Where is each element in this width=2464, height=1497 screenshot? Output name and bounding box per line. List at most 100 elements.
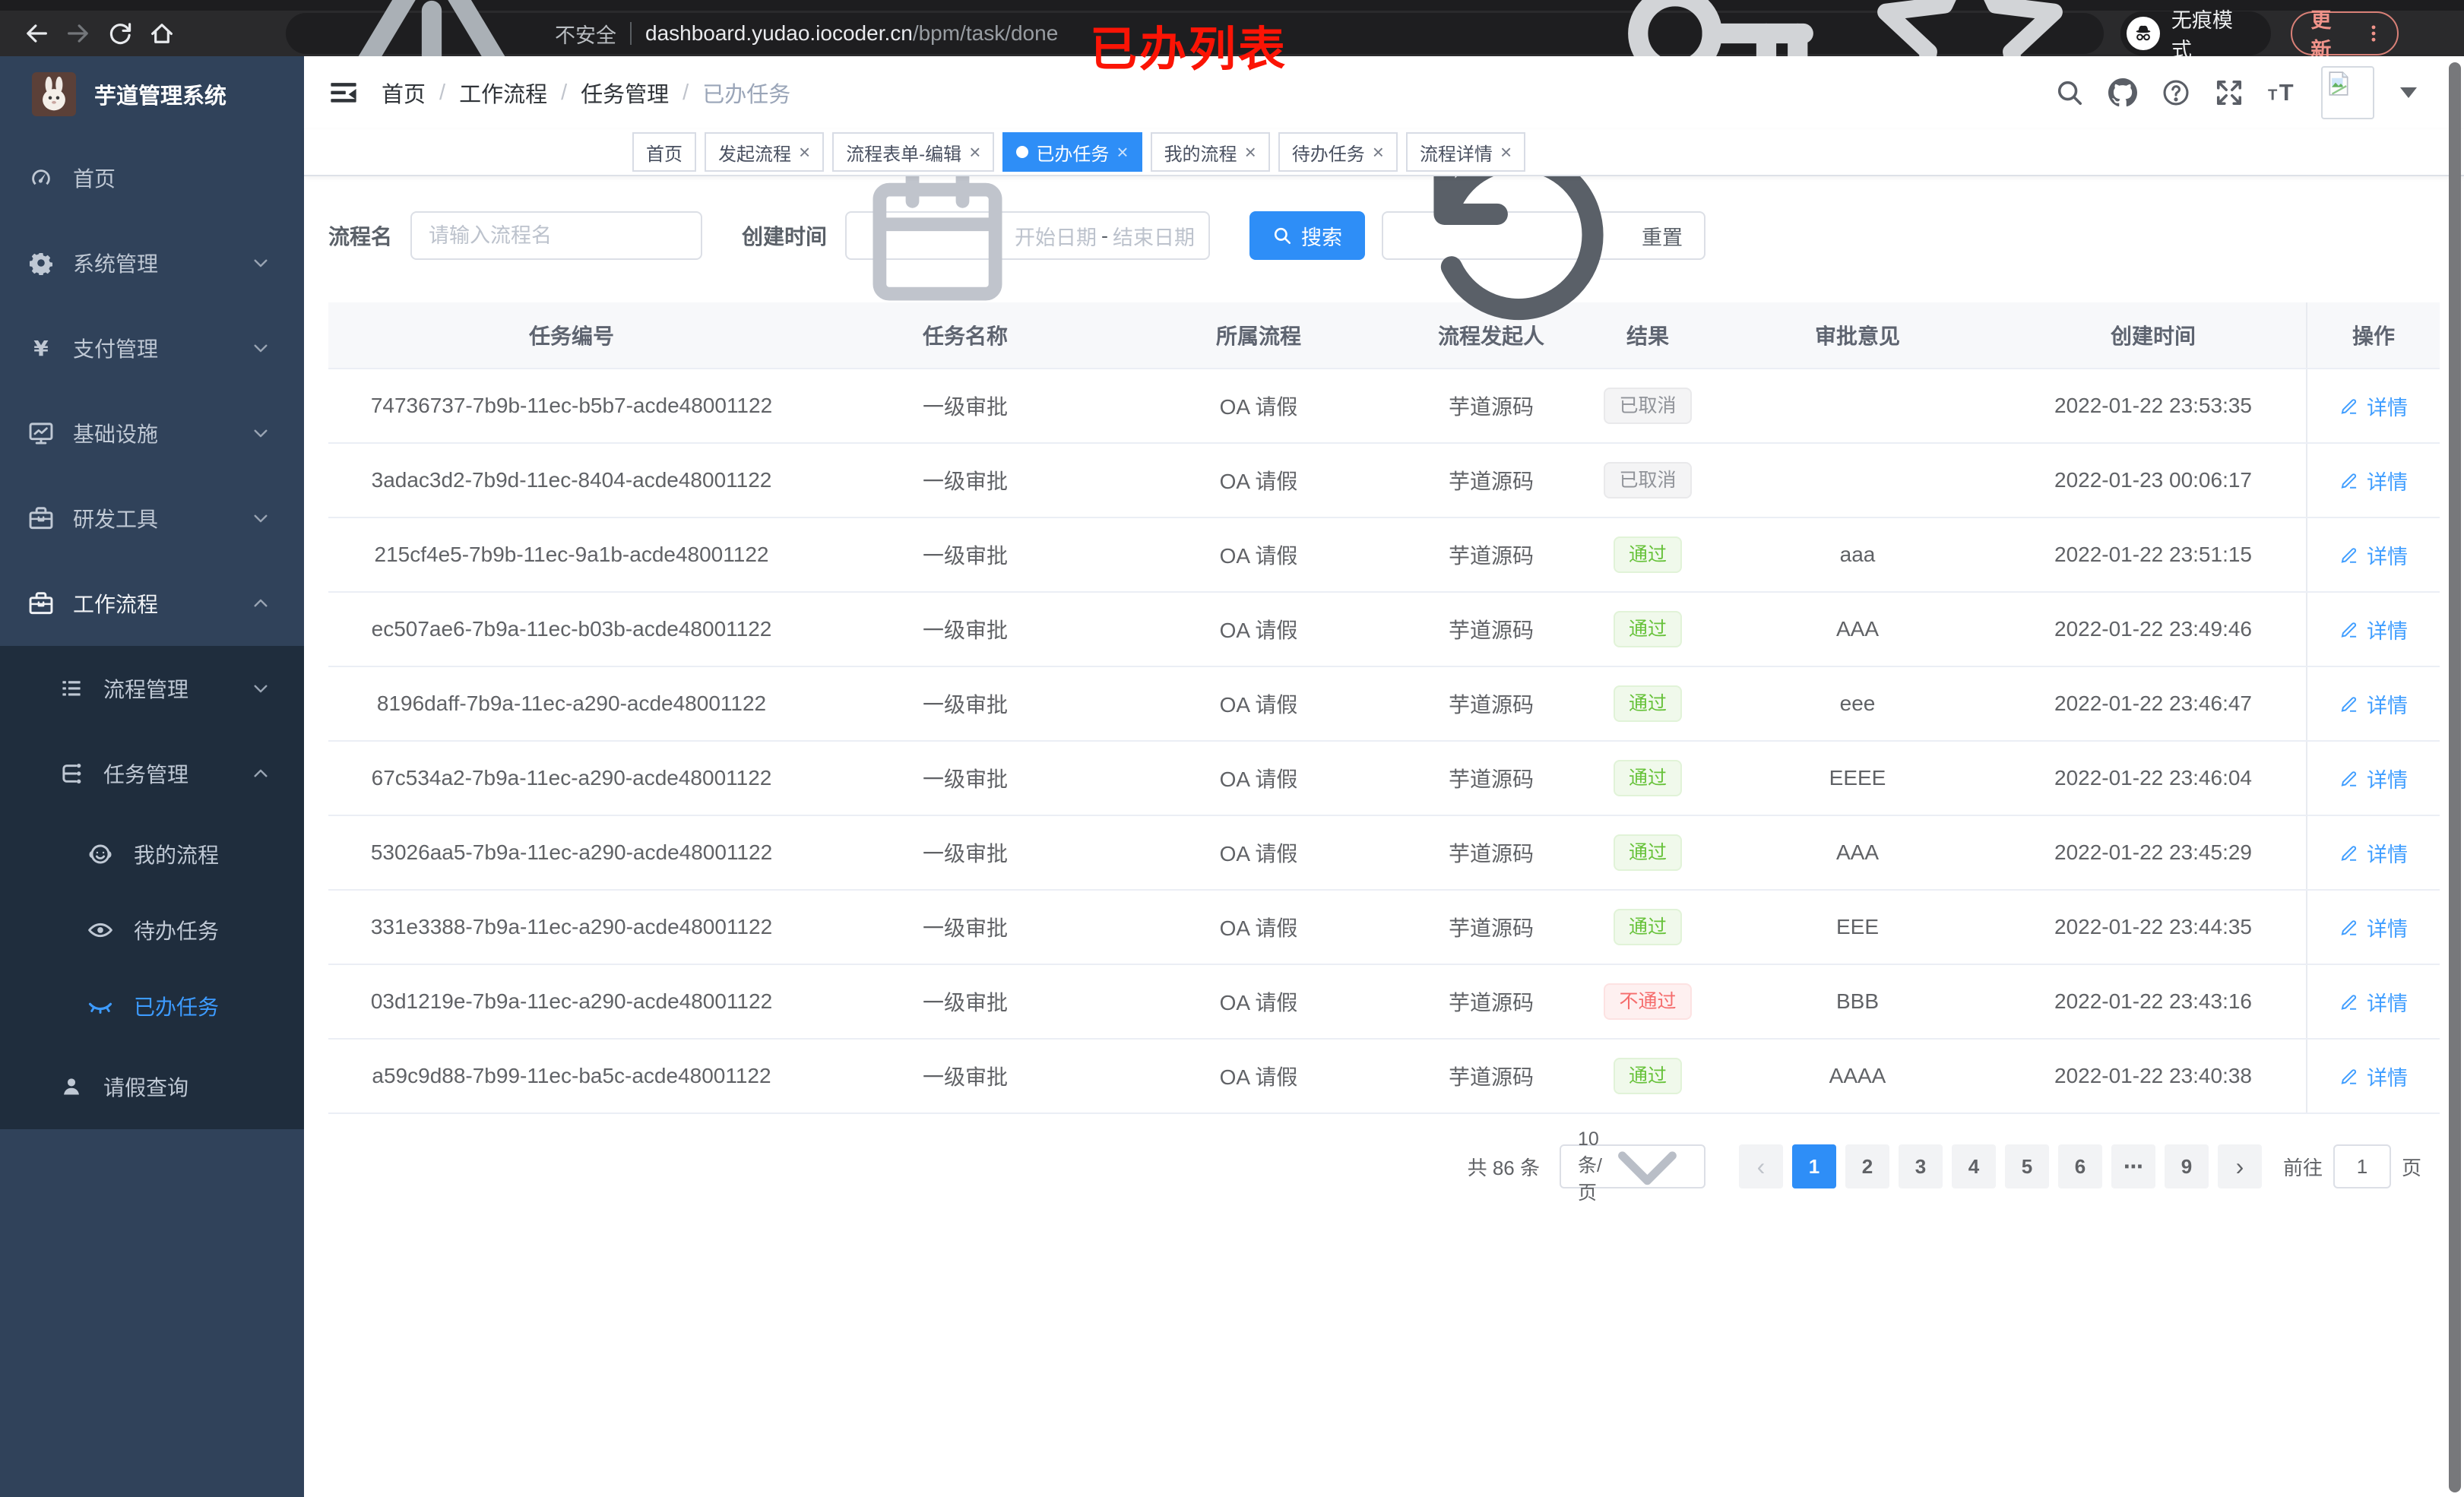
table-row: 74736737-7b9b-11ec-b5b7-acde48001122 一级审批… bbox=[328, 369, 2440, 444]
action-cell: 详情 bbox=[2306, 891, 2440, 964]
page-button-3[interactable]: 3 bbox=[1898, 1144, 1943, 1188]
page-button-9[interactable]: 9 bbox=[2164, 1144, 2209, 1188]
status-badge: 通过 bbox=[1613, 760, 1682, 796]
url-text[interactable]: dashboard.yudao.iocoder.cn/bpm/task/done bbox=[645, 21, 1058, 46]
sidebar-item-已办任务[interactable]: 已办任务 bbox=[0, 968, 304, 1044]
more-pages-button[interactable]: ⋯ bbox=[2111, 1144, 2155, 1188]
sidebar-item-请假查询[interactable]: 请假查询 bbox=[0, 1044, 304, 1129]
breadcrumb-item[interactable]: 任务管理 bbox=[581, 77, 669, 109]
sidebar-item-label: 系统管理 bbox=[73, 252, 159, 276]
sidebar-item-流程管理[interactable]: 流程管理 bbox=[0, 646, 304, 731]
page-scrollbar[interactable] bbox=[2449, 62, 2461, 1492]
detail-button[interactable]: 详情 bbox=[2339, 466, 2408, 495]
search-button[interactable]: 搜索 bbox=[1249, 211, 1366, 260]
result-cell: 通过 bbox=[1581, 685, 1715, 722]
detail-button[interactable]: 详情 bbox=[2339, 764, 2408, 793]
sidebar-item-我的流程[interactable]: 我的流程 bbox=[0, 816, 304, 892]
detail-button[interactable]: 详情 bbox=[2339, 540, 2408, 570]
page-button-1[interactable]: 1 bbox=[1791, 1144, 1836, 1188]
next-page-button[interactable]: › bbox=[2217, 1144, 2262, 1188]
detail-label: 详情 bbox=[2367, 917, 2408, 941]
date-range-picker[interactable]: 开始日期 - 结束日期 bbox=[845, 169, 1211, 301]
close-icon[interactable]: × bbox=[799, 142, 810, 162]
avatar-caret-down-icon[interactable] bbox=[2400, 87, 2417, 98]
sidebar-item-工作流程[interactable]: 工作流程 bbox=[0, 561, 304, 646]
detail-button[interactable]: 详情 bbox=[2339, 1062, 2408, 1091]
detail-button[interactable]: 详情 bbox=[2339, 689, 2408, 719]
detail-label: 详情 bbox=[2367, 843, 2408, 866]
sidebar-item-label: 我的流程 bbox=[134, 843, 220, 867]
sidebar-item-label: 已办任务 bbox=[134, 995, 220, 1019]
cell: 芋道源码 bbox=[1448, 395, 1534, 419]
header-bar: 首页 / 工作流程 / 任务管理 / 已办任务 TT bbox=[304, 56, 2464, 129]
process-name-input[interactable] bbox=[410, 211, 703, 260]
breadcrumb-item[interactable]: 工作流程 bbox=[459, 77, 547, 109]
detail-button[interactable]: 详情 bbox=[2339, 615, 2408, 644]
close-icon[interactable]: × bbox=[1116, 142, 1128, 162]
pencil-icon bbox=[2339, 768, 2359, 788]
screen: 不安全 dashboard.yudao.iocoder.cn/bpm/task/… bbox=[0, 0, 2464, 1497]
breadcrumb-item[interactable]: 首页 bbox=[382, 77, 426, 109]
detail-button[interactable]: 详情 bbox=[2339, 838, 2408, 868]
sidebar-item-待办任务[interactable]: 待办任务 bbox=[0, 892, 304, 968]
cell: OA 请假 bbox=[1219, 991, 1298, 1014]
list-icon bbox=[58, 675, 85, 702]
home-icon[interactable] bbox=[148, 20, 176, 47]
address-bar[interactable]: 不安全 dashboard.yudao.iocoder.cn/bpm/task/… bbox=[286, 0, 2105, 121]
result-cell: 已取消 bbox=[1581, 462, 1715, 498]
font-size-icon[interactable]: TT bbox=[2268, 78, 2297, 107]
reset-button[interactable]: 重置 bbox=[1382, 150, 1706, 321]
page-button-4[interactable]: 4 bbox=[1951, 1144, 1996, 1188]
search-icon[interactable] bbox=[2055, 78, 2084, 107]
chevron-down-icon bbox=[251, 338, 271, 358]
sidebar-item-研发工具[interactable]: 研发工具 bbox=[0, 476, 304, 561]
pencil-icon bbox=[2339, 470, 2359, 490]
close-icon[interactable]: × bbox=[1373, 142, 1384, 162]
tab-已办任务[interactable]: 已办任务 × bbox=[1002, 132, 1142, 172]
page-button-5[interactable]: 5 bbox=[2004, 1144, 2049, 1188]
tab-待办任务[interactable]: 待办任务 × bbox=[1278, 132, 1398, 172]
page-button-6[interactable]: 6 bbox=[2057, 1144, 2102, 1188]
pencil-icon bbox=[2339, 545, 2359, 565]
result-cell: 已取消 bbox=[1581, 388, 1715, 424]
sidebar-item-首页[interactable]: 首页 bbox=[0, 135, 304, 220]
tab-流程详情[interactable]: 流程详情 × bbox=[1405, 132, 1526, 172]
sidebar-item-系统管理[interactable]: 系统管理 bbox=[0, 220, 304, 305]
close-icon[interactable]: × bbox=[1500, 142, 1512, 162]
sidebar-item-任务管理[interactable]: 任务管理 bbox=[0, 731, 304, 816]
prev-page-button[interactable]: ‹ bbox=[1738, 1144, 1783, 1188]
back-icon[interactable] bbox=[23, 20, 50, 47]
cell: 一级审批 bbox=[922, 693, 1008, 717]
result-cell: 通过 bbox=[1581, 536, 1715, 573]
tab-流程表单-编辑[interactable]: 流程表单-编辑 × bbox=[832, 132, 995, 172]
logo-row[interactable]: 芋道管理系统 bbox=[0, 56, 304, 132]
cell: OA 请假 bbox=[1219, 767, 1298, 791]
fullscreen-icon[interactable] bbox=[2215, 78, 2244, 107]
sidebar-item-支付管理[interactable]: ¥ 支付管理 bbox=[0, 305, 304, 391]
sidebar-fold-icon[interactable] bbox=[328, 78, 359, 108]
help-icon[interactable] bbox=[2162, 78, 2190, 107]
forward-icon[interactable] bbox=[65, 20, 92, 47]
svg-text:T: T bbox=[2279, 79, 2294, 106]
browser-menu-dots-icon[interactable] bbox=[2364, 24, 2383, 43]
detail-button[interactable]: 详情 bbox=[2339, 391, 2408, 421]
update-button[interactable]: 更新 bbox=[2291, 9, 2399, 62]
avatar[interactable] bbox=[2321, 66, 2374, 119]
goto-page-input[interactable] bbox=[2333, 1144, 2391, 1188]
tab-首页[interactable]: 首页 bbox=[632, 132, 696, 172]
sidebar-item-基础设施[interactable]: 基础设施 bbox=[0, 391, 304, 476]
create-time-cell: 2022-01-22 23:43:16 bbox=[2054, 989, 2252, 1013]
detail-button[interactable]: 详情 bbox=[2339, 987, 2408, 1017]
page-size-select[interactable]: 10条/页 bbox=[1559, 1128, 1705, 1204]
cell: 一级审批 bbox=[922, 991, 1008, 1014]
cell: OA 请假 bbox=[1219, 395, 1298, 419]
tab-我的流程[interactable]: 我的流程 × bbox=[1150, 132, 1270, 172]
detail-button[interactable]: 详情 bbox=[2339, 913, 2408, 942]
page-button-2[interactable]: 2 bbox=[1845, 1144, 1889, 1188]
tab-发起流程[interactable]: 发起流程 × bbox=[705, 132, 825, 172]
close-icon[interactable]: × bbox=[1245, 142, 1256, 162]
sidebar-item-label: 研发工具 bbox=[73, 508, 159, 531]
github-icon[interactable] bbox=[2108, 78, 2137, 107]
close-icon[interactable]: × bbox=[969, 142, 980, 162]
reload-icon[interactable] bbox=[106, 20, 134, 47]
